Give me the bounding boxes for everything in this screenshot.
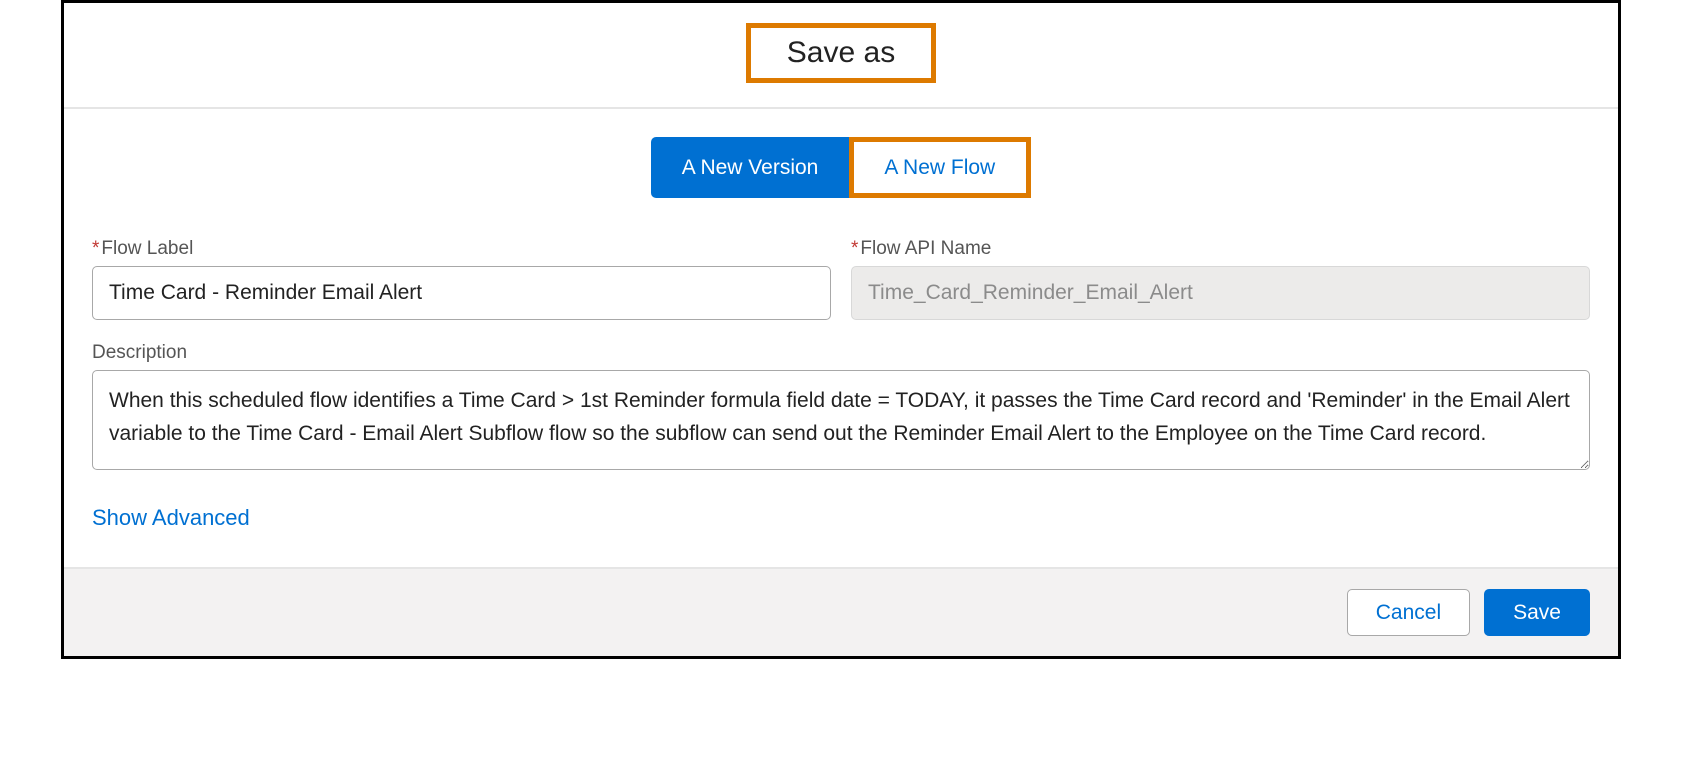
flow-api-name-label: *Flow API Name [851,238,1590,260]
title-highlight-box: Save as [746,23,936,83]
save-type-toggle: A New Version A New Flow [92,137,1590,198]
dialog-title: Save as [787,36,895,70]
flow-api-name-text: Flow API Name [860,238,991,259]
description-input[interactable] [92,370,1590,470]
new-flow-highlight-box: A New Flow [849,137,1031,198]
dialog-body: A New Version A New Flow *Flow Label *Fl… [64,109,1618,567]
description-label: Description [92,342,1590,364]
description-field: Description [92,342,1590,475]
flow-label-input[interactable] [92,266,831,320]
flow-api-name-input[interactable] [851,266,1590,320]
required-asterisk-icon: * [851,238,858,259]
cancel-button[interactable]: Cancel [1347,589,1470,636]
save-button[interactable]: Save [1484,589,1590,636]
flow-label-field: *Flow Label [92,238,831,320]
dialog-header: Save as [64,3,1618,107]
show-advanced-link[interactable]: Show Advanced [92,505,250,531]
new-version-toggle[interactable]: A New Version [651,137,850,198]
label-apiname-row: *Flow Label *Flow API Name [92,238,1590,320]
dialog-footer: Cancel Save [64,567,1618,656]
flow-label-text: Flow Label [101,238,193,259]
new-flow-toggle[interactable]: A New Flow [854,142,1026,193]
save-as-dialog: Save as A New Version A New Flow *Flow L… [61,0,1621,659]
required-asterisk-icon: * [92,238,99,259]
flow-label-label: *Flow Label [92,238,831,260]
flow-api-name-field: *Flow API Name [851,238,1590,320]
